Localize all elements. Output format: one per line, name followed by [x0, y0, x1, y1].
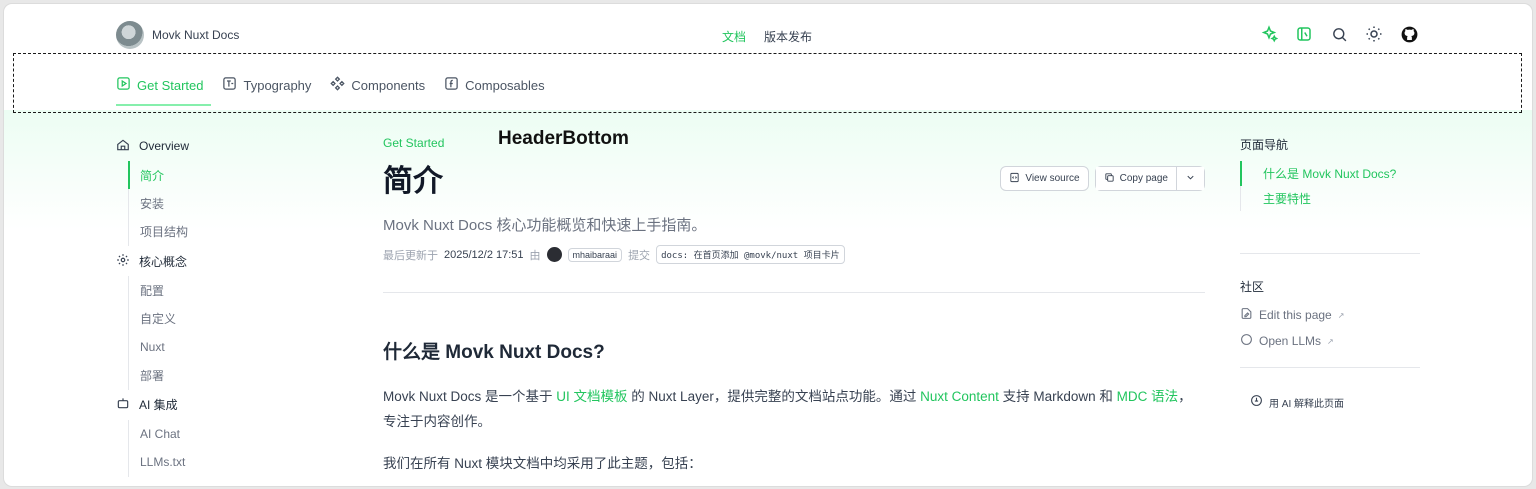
- toc-item-what-is[interactable]: 什么是 Movk Nuxt Docs?: [1240, 161, 1420, 186]
- external-link-icon: ↗: [1327, 336, 1334, 346]
- header-bottom-highlight: [13, 53, 1522, 113]
- robot-icon: [116, 396, 130, 413]
- copy-page-label: Copy page: [1119, 173, 1168, 184]
- ui-template-link[interactable]: UI 文档模板: [556, 389, 627, 404]
- brand-link[interactable]: Movk Nuxt Docs: [116, 21, 239, 49]
- author-chip[interactable]: mhaibaraai: [567, 247, 623, 262]
- ai-explain-label: 用 AI 解释此页面: [1269, 398, 1345, 410]
- sidebar-item-config[interactable]: 配置: [129, 276, 316, 304]
- divider: [1240, 253, 1420, 254]
- sidebar-item-nuxt[interactable]: Nuxt: [129, 333, 316, 361]
- edit-file-icon: [1240, 307, 1253, 323]
- header-actions: [1259, 24, 1419, 44]
- text: 的 Nuxt Layer，提供完整的文档站点功能。通过: [627, 389, 921, 404]
- cog-icon: [116, 253, 130, 270]
- text: 支持 Markdown 和: [998, 389, 1117, 404]
- sidebar-sublist: 配置 自定义 Nuxt 部署: [128, 276, 316, 390]
- copy-page-group: Copy page: [1094, 166, 1205, 191]
- sidebar-section-overview[interactable]: Overview: [116, 136, 316, 156]
- chevron-down-icon: [1185, 172, 1196, 186]
- toc-item-features[interactable]: 主要特性: [1241, 186, 1420, 211]
- sidebar-sublist: 简介 安装 项目结构: [128, 161, 316, 247]
- sidebar-section-ai[interactable]: AI 集成: [116, 395, 316, 415]
- annotation-label: HeaderBottom: [498, 128, 629, 149]
- copy-options-button[interactable]: [1177, 167, 1204, 190]
- chat-icon: [1240, 333, 1253, 349]
- search-icon[interactable]: [1329, 24, 1349, 44]
- sidebar-item-ai-chat[interactable]: AI Chat: [129, 420, 316, 448]
- nav-releases[interactable]: 版本发布: [764, 28, 812, 45]
- sidebar-sublist: AI Chat LLMs.txt: [128, 419, 316, 477]
- author-avatar: [546, 247, 562, 262]
- mdc-link[interactable]: MDC 语法: [1117, 389, 1179, 404]
- community-title: 社区: [1240, 280, 1265, 294]
- sidebar-item-structure[interactable]: 项目结构: [129, 218, 316, 246]
- sparkle-icon[interactable]: [1259, 24, 1279, 44]
- commit-label: 提交: [628, 249, 651, 262]
- home-icon: [116, 138, 130, 155]
- sidebar-item-llms[interactable]: LLMs.txt: [129, 448, 316, 476]
- modules-paragraph: 我们在所有 Nuxt 模块文档中均采用了此主题，包括：: [383, 456, 702, 471]
- sidebar-item-intro[interactable]: 简介: [128, 161, 316, 190]
- logo-avatar: [116, 21, 144, 49]
- table-of-contents: 页面导航 什么是 Movk Nuxt Docs? 主要特性 社区 Edit th…: [1240, 136, 1420, 410]
- view-source-label: View source: [1025, 173, 1080, 184]
- divider: [383, 292, 1205, 293]
- book-icon[interactable]: [1294, 24, 1314, 44]
- updated-label: 最后更新于: [383, 249, 438, 262]
- toc-list: 什么是 Movk Nuxt Docs? 主要特性: [1240, 161, 1420, 211]
- divider: [1240, 367, 1420, 368]
- sidebar-section-core[interactable]: 核心概念: [116, 251, 316, 271]
- edit-page-link[interactable]: Edit this page ↗: [1240, 307, 1420, 323]
- ai-icon: [1250, 394, 1263, 410]
- copy-icon: [1104, 172, 1115, 186]
- edit-page-label: Edit this page: [1259, 308, 1332, 322]
- section-heading: 什么是 Movk Nuxt Docs?: [383, 342, 605, 363]
- view-source-button[interactable]: View source: [1000, 166, 1089, 191]
- sidebar-item-customize[interactable]: 自定义: [129, 305, 316, 333]
- app-window: Movk Nuxt Docs 文档 版本发布 Get Started Typog…: [4, 4, 1532, 486]
- sun-icon[interactable]: [1364, 24, 1384, 44]
- by-label: 由: [529, 249, 541, 262]
- nav-docs[interactable]: 文档: [722, 28, 746, 45]
- github-icon[interactable]: [1399, 24, 1419, 44]
- open-llms-link[interactable]: Open LLMs ↗: [1240, 333, 1420, 349]
- page-actions: View source Copy page: [1000, 166, 1205, 191]
- text: Movk Nuxt Docs 是一个基于: [383, 389, 557, 404]
- top-nav: 文档 版本发布: [722, 28, 812, 45]
- intro-paragraph: Movk Nuxt Docs 是一个基于 UI 文档模板 的 Nuxt Laye…: [383, 384, 1205, 434]
- sidebar-item-deploy[interactable]: 部署: [129, 361, 316, 389]
- code-file-icon: [1009, 172, 1020, 186]
- open-llms-label: Open LLMs: [1259, 334, 1322, 348]
- sidebar-section-title: Overview: [139, 139, 190, 153]
- page-meta: 最后更新于 2025/12/2 17:51 由 mhaibaraai 提交 do…: [383, 245, 1205, 264]
- toc-title: 页面导航: [1240, 138, 1289, 152]
- commit-message[interactable]: docs: 在首页添加 @movk/nuxt 项目卡片: [656, 245, 845, 264]
- sidebar: Overview 简介 安装 项目结构 核心概念 配置 自定义 Nuxt 部署 …: [116, 136, 316, 477]
- external-link-icon: ↗: [1337, 310, 1345, 320]
- sidebar-section-title: 核心概念: [139, 254, 188, 269]
- main-content: Get Started 简介 View source Copy page Mov…: [383, 136, 1205, 472]
- copy-page-button[interactable]: Copy page: [1095, 167, 1176, 190]
- page-description: Movk Nuxt Docs 核心功能概览和快速上手指南。: [383, 217, 707, 234]
- brand-name: Movk Nuxt Docs: [152, 28, 240, 42]
- ai-explain-button[interactable]: 用 AI 解释此页面: [1240, 394, 1420, 410]
- updated-date: 2025/12/2 17:51: [444, 248, 524, 261]
- nuxt-content-link[interactable]: Nuxt Content: [920, 389, 999, 404]
- sidebar-item-install[interactable]: 安装: [129, 189, 316, 217]
- sidebar-section-title: AI 集成: [139, 398, 178, 413]
